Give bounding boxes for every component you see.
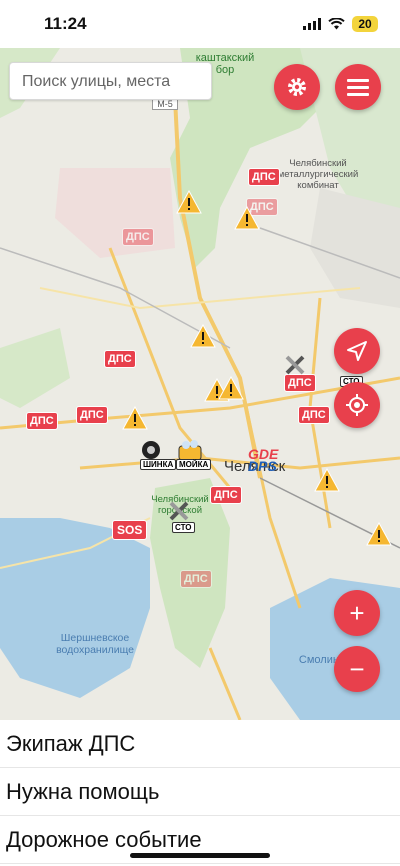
map-label-plant: Челябинский металлургический комбинат [277,158,359,191]
menu-button[interactable] [335,64,381,110]
wrench-icon[interactable] [168,500,194,522]
hamburger-icon [347,79,369,96]
map-label-lake-shershni: Шершневское водохранилище [56,632,134,656]
warning-icon[interactable] [122,406,148,430]
wrench-icon[interactable] [284,354,310,376]
status-bar: 11:24 20 [0,0,400,48]
report-dps-crew[interactable]: Экипаж ДПС [0,720,400,768]
warning-icon[interactable] [190,324,216,348]
battery-level: 20 [352,16,378,32]
dps-marker[interactable]: ДПС [210,486,242,504]
warning-icon[interactable] [234,206,260,230]
search-input[interactable]: Поиск улицы, места [9,62,212,100]
navigation-arrow-icon [347,341,367,361]
gde-logo-bottom: DPS [248,458,277,474]
signal-icon [303,18,321,30]
dps-marker[interactable]: ДПС [298,406,330,424]
tire-service-label: ШИНКА [140,459,177,470]
warning-icon[interactable] [314,468,340,492]
dps-marker[interactable]: ДПС [104,350,136,368]
dps-marker[interactable]: ДПС [248,168,280,186]
navigate-button[interactable] [334,328,380,374]
zoom-out-button[interactable]: − [334,646,380,692]
sos-marker[interactable]: SOS [112,520,148,540]
zoom-in-button[interactable]: + [334,590,380,636]
dps-marker[interactable]: ДПС [180,570,212,588]
crosshair-icon [346,394,368,416]
action-sheet: Экипаж ДПС Нужна помощь Дорожное событие [0,720,400,866]
home-indicator [130,853,270,858]
locate-button[interactable] [334,382,380,428]
status-time: 11:24 [44,14,87,33]
settings-button[interactable] [274,64,320,110]
gde-dps-logo[interactable]: GDE DPS [248,447,278,474]
gear-icon [288,78,306,96]
warning-icon[interactable] [366,522,392,546]
dps-marker[interactable]: ДПС [284,374,316,392]
dps-marker[interactable]: ДПС [26,412,58,430]
wifi-icon [328,18,345,30]
dps-marker[interactable]: ДПС [76,406,108,424]
service-station-label: СТО [172,522,195,533]
status-icons: 20 [303,16,378,32]
car-wash-label: МОЙКА [176,459,212,470]
dps-marker[interactable]: ДПС [122,228,154,246]
report-need-help[interactable]: Нужна помощь [0,768,400,816]
warning-icon[interactable] [218,376,244,400]
warning-icon[interactable] [176,190,202,214]
